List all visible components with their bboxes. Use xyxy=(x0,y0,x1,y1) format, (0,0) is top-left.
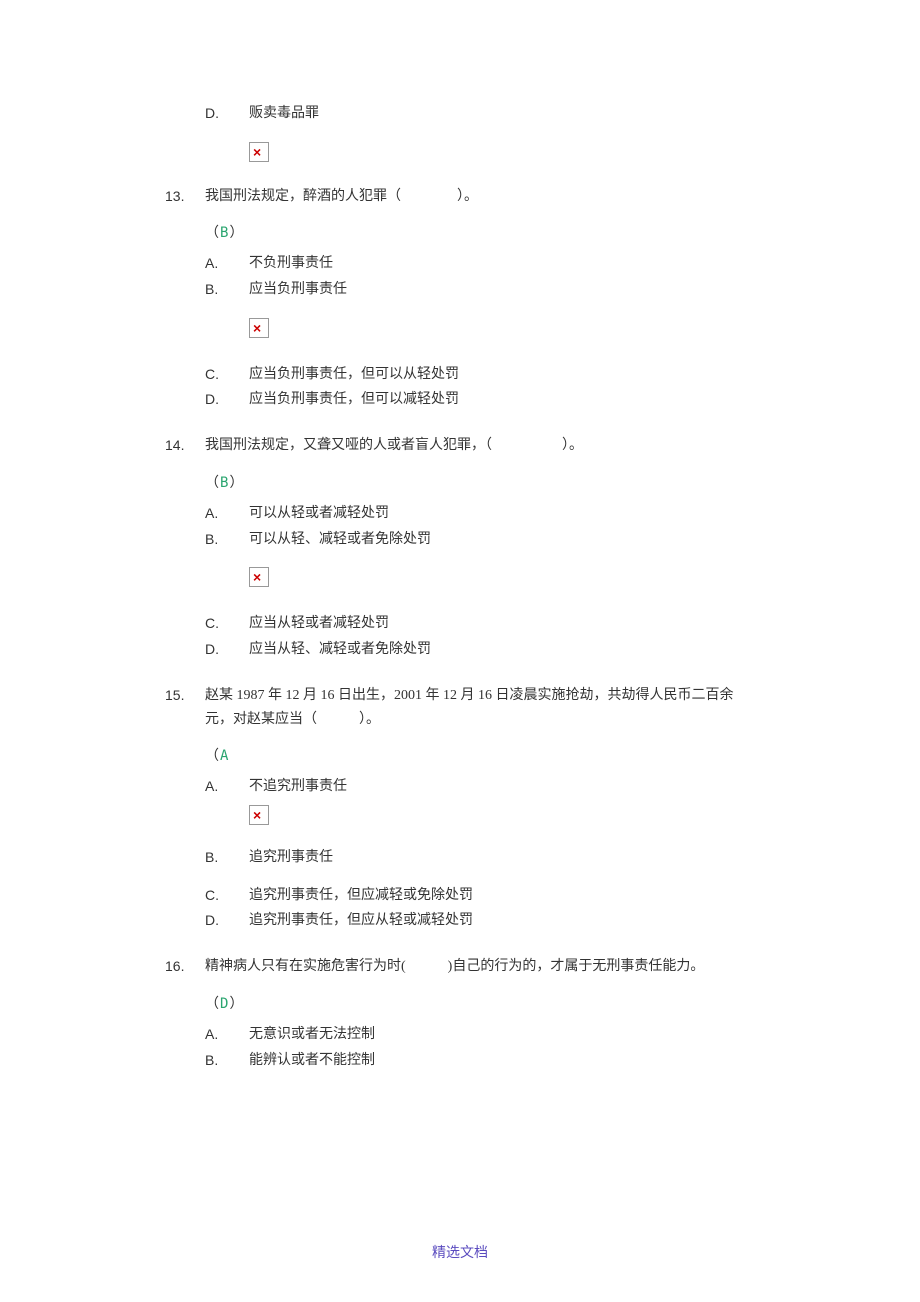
question-text: 我国刑法规定，醉酒的人犯罪（ ）。 xyxy=(205,185,755,209)
option-text: 应当负刑事责任 xyxy=(249,278,755,302)
question-stem: 15. 赵某 1987 年 12 月 16 日出生，2001 年 12 月 16… xyxy=(165,684,755,732)
list-item: C. 追究刑事责任，但应减轻或免除处罚 xyxy=(205,884,755,908)
option-letter: A. xyxy=(205,1023,249,1047)
option-text: 追究刑事责任，但应从轻或减轻处罚 xyxy=(249,909,755,933)
options-block: C. 应当负刑事责任，但可以从轻处罚 D. 应当负刑事责任，但可以减轻处罚 xyxy=(205,363,755,413)
list-item: D. 应当从轻、减轻或者免除处罚 xyxy=(205,638,755,662)
answer-indicator: （B） xyxy=(205,472,755,496)
option-letter: D. xyxy=(205,909,249,933)
option-text: 应当从轻或者减轻处罚 xyxy=(249,612,755,636)
question-number: 13. xyxy=(165,185,205,209)
list-item: D. 追究刑事责任，但应从轻或减轻处罚 xyxy=(205,909,755,933)
option-text: 可以从轻、减轻或者免除处罚 xyxy=(249,528,755,552)
option-text: 不负刑事责任 xyxy=(249,252,755,276)
options-block: A. 不追究刑事责任 xyxy=(205,775,755,799)
list-item: D. 贩卖毒品罪 xyxy=(205,102,755,126)
options-block: A. 不负刑事责任 B. 应当负刑事责任 xyxy=(205,252,755,302)
options-block: A. 无意识或者无法控制 B. 能辨认或者不能控制 xyxy=(205,1023,755,1073)
option-letter: D. xyxy=(205,388,249,412)
list-item: D. 应当负刑事责任，但可以减轻处罚 xyxy=(205,388,755,412)
question-15: 15. 赵某 1987 年 12 月 16 日出生，2001 年 12 月 16… xyxy=(165,684,755,933)
broken-image-icon xyxy=(249,318,269,338)
option-letter: A. xyxy=(205,252,249,276)
list-item: B. 追究刑事责任 xyxy=(205,846,755,870)
question-number: 16. xyxy=(165,955,205,979)
option-text: 可以从轻或者减轻处罚 xyxy=(249,502,755,526)
option-text: 能辨认或者不能控制 xyxy=(249,1049,755,1073)
option-letter: A. xyxy=(205,502,249,526)
broken-image-icon xyxy=(249,567,269,587)
option-text: 追究刑事责任，但应减轻或免除处罚 xyxy=(249,884,755,908)
question-number: 15. xyxy=(165,684,205,708)
option-letter: C. xyxy=(205,363,249,387)
option-text: 无意识或者无法控制 xyxy=(249,1023,755,1047)
option-text: 追究刑事责任 xyxy=(249,846,755,870)
option-letter: B. xyxy=(205,846,249,870)
list-item: C. 应当从轻或者减轻处罚 xyxy=(205,612,755,636)
question-text: 精神病人只有在实施危害行为时( )自己的行为的，才属于无刑事责任能力。 xyxy=(205,955,755,979)
option-text: 贩卖毒品罪 xyxy=(249,102,755,126)
orphan-option-block: D. 贩卖毒品罪 xyxy=(205,102,755,126)
option-letter: C. xyxy=(205,884,249,908)
question-stem: 13. 我国刑法规定，醉酒的人犯罪（ ）。 xyxy=(165,185,755,209)
options-block: B. 追究刑事责任 C. 追究刑事责任，但应减轻或免除处罚 D. 追究刑事责任，… xyxy=(205,846,755,933)
broken-image-icon xyxy=(249,805,269,825)
option-letter: B. xyxy=(205,528,249,552)
question-16: 16. 精神病人只有在实施危害行为时( )自己的行为的，才属于无刑事责任能力。 … xyxy=(165,955,755,1072)
list-item: A. 可以从轻或者减轻处罚 xyxy=(205,502,755,526)
option-text: 应当从轻、减轻或者免除处罚 xyxy=(249,638,755,662)
question-number: 14. xyxy=(165,434,205,458)
question-13: 13. 我国刑法规定，醉酒的人犯罪（ ）。 （B） A. 不负刑事责任 B. 应… xyxy=(165,185,755,413)
answer-value: A xyxy=(220,748,229,764)
question-stem: 16. 精神病人只有在实施危害行为时( )自己的行为的，才属于无刑事责任能力。 xyxy=(165,955,755,979)
question-text: 赵某 1987 年 12 月 16 日出生，2001 年 12 月 16 日凌晨… xyxy=(205,684,755,732)
list-item: A. 不追究刑事责任 xyxy=(205,775,755,799)
option-letter: B. xyxy=(205,1049,249,1073)
option-text: 应当负刑事责任，但可以减轻处罚 xyxy=(249,388,755,412)
question-stem: 14. 我国刑法规定，又聋又哑的人或者盲人犯罪，（ ）。 xyxy=(165,434,755,458)
page-footer: 精选文档 xyxy=(0,1242,920,1266)
option-text: 应当负刑事责任，但可以从轻处罚 xyxy=(249,363,755,387)
option-letter: A. xyxy=(205,775,249,799)
list-item: C. 应当负刑事责任，但可以从轻处罚 xyxy=(205,363,755,387)
options-block: C. 应当从轻或者减轻处罚 D. 应当从轻、减轻或者免除处罚 xyxy=(205,612,755,662)
option-letter: B. xyxy=(205,278,249,302)
option-letter: C. xyxy=(205,612,249,636)
answer-indicator: （B） xyxy=(205,222,755,246)
answer-indicator: （A xyxy=(205,745,755,769)
list-item: A. 无意识或者无法控制 xyxy=(205,1023,755,1047)
list-item: B. 能辨认或者不能控制 xyxy=(205,1049,755,1073)
question-14: 14. 我国刑法规定，又聋又哑的人或者盲人犯罪，（ ）。 （B） A. 可以从轻… xyxy=(165,434,755,662)
broken-image-icon xyxy=(249,142,269,162)
option-letter: D. xyxy=(205,102,249,126)
options-block: A. 可以从轻或者减轻处罚 B. 可以从轻、减轻或者免除处罚 xyxy=(205,502,755,552)
question-text: 我国刑法规定，又聋又哑的人或者盲人犯罪，（ ）。 xyxy=(205,434,755,458)
option-letter: D. xyxy=(205,638,249,662)
answer-indicator: （D） xyxy=(205,993,755,1017)
list-item: B. 可以从轻、减轻或者免除处罚 xyxy=(205,528,755,552)
list-item: B. 应当负刑事责任 xyxy=(205,278,755,302)
list-item: A. 不负刑事责任 xyxy=(205,252,755,276)
option-text: 不追究刑事责任 xyxy=(249,775,755,799)
